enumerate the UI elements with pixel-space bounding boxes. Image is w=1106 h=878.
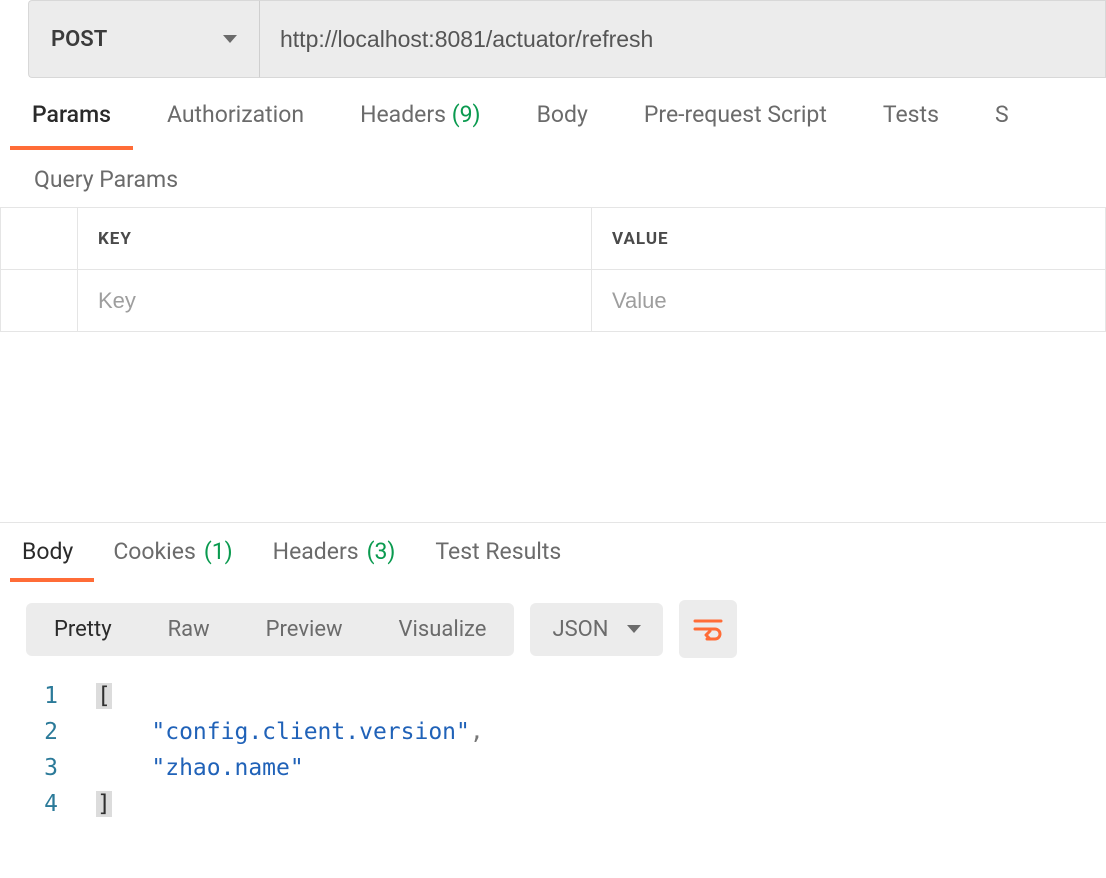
- resp-tab-test-results[interactable]: Test Results: [435, 538, 561, 565]
- tab-headers-label: Headers: [360, 101, 446, 128]
- query-params-title: Query Params: [0, 152, 1106, 207]
- line-number: 2: [0, 714, 96, 750]
- response-tabs: Body Cookies (1) Headers (3) Test Result…: [0, 522, 1106, 580]
- chevron-down-icon: [627, 625, 641, 633]
- checkbox-header-cell: [0, 208, 78, 270]
- resp-tab-cookies-label: Cookies: [113, 538, 196, 565]
- line-number: 4: [0, 786, 96, 822]
- query-params-table: KEY VALUE: [0, 207, 1106, 332]
- bracket-close: ]: [96, 791, 112, 817]
- code-line: 1 [: [0, 678, 1106, 714]
- comma: ,: [470, 719, 484, 745]
- request-bar: POST: [0, 0, 1106, 78]
- tab-params[interactable]: Params: [32, 101, 111, 128]
- view-raw[interactable]: Raw: [140, 603, 238, 656]
- json-string: "config.client.version": [151, 719, 470, 745]
- code-line: 4 ]: [0, 786, 1106, 822]
- param-value-input[interactable]: [612, 288, 1085, 314]
- response-type-value: JSON: [552, 617, 608, 642]
- tab-prerequest[interactable]: Pre-request Script: [644, 101, 827, 128]
- http-method-value: POST: [51, 27, 107, 52]
- line-number: 3: [0, 750, 96, 786]
- tab-headers-count: (9): [452, 101, 481, 128]
- response-type-select[interactable]: JSON: [530, 603, 662, 656]
- json-string: "zhao.name": [151, 755, 303, 781]
- word-wrap-button[interactable]: [679, 600, 737, 658]
- resp-tab-headers[interactable]: Headers (3): [273, 538, 396, 565]
- tab-tests[interactable]: Tests: [883, 101, 939, 128]
- resp-tab-headers-label: Headers: [273, 538, 359, 565]
- resp-tab-body[interactable]: Body: [22, 538, 73, 565]
- view-mode-group: Pretty Raw Preview Visualize: [26, 603, 514, 656]
- param-key-input[interactable]: [98, 288, 571, 314]
- word-wrap-icon: [693, 617, 723, 641]
- spacer: [0, 332, 1106, 522]
- table-row: [0, 270, 1106, 332]
- tab-authorization[interactable]: Authorization: [167, 101, 304, 128]
- code-line: 2 "config.client.version",: [0, 714, 1106, 750]
- resp-tab-headers-count: (3): [367, 538, 396, 565]
- table-header-row: KEY VALUE: [0, 208, 1106, 270]
- bracket-open: [: [96, 683, 112, 709]
- value-header: VALUE: [592, 208, 1106, 270]
- chevron-down-icon: [223, 35, 237, 43]
- tab-settings-partial[interactable]: S: [995, 101, 1009, 128]
- response-toolbar: Pretty Raw Preview Visualize JSON: [0, 580, 1106, 672]
- key-header: KEY: [78, 208, 592, 270]
- resp-tab-cookies-count: (1): [204, 538, 233, 565]
- tab-body[interactable]: Body: [537, 101, 588, 128]
- tab-headers[interactable]: Headers (9): [360, 101, 480, 128]
- checkbox-cell[interactable]: [0, 270, 78, 332]
- view-preview[interactable]: Preview: [238, 603, 371, 656]
- resp-tab-cookies[interactable]: Cookies (1): [113, 538, 232, 565]
- request-url-input[interactable]: [260, 0, 1106, 78]
- request-tabs: Params Authorization Headers (9) Body Pr…: [0, 78, 1106, 152]
- line-number: 1: [0, 678, 96, 714]
- view-visualize[interactable]: Visualize: [371, 603, 515, 656]
- view-pretty[interactable]: Pretty: [26, 603, 140, 656]
- http-method-select[interactable]: POST: [28, 0, 260, 78]
- response-body-code[interactable]: 1 [ 2 "config.client.version", 3 "zhao.n…: [0, 672, 1106, 822]
- code-line: 3 "zhao.name": [0, 750, 1106, 786]
